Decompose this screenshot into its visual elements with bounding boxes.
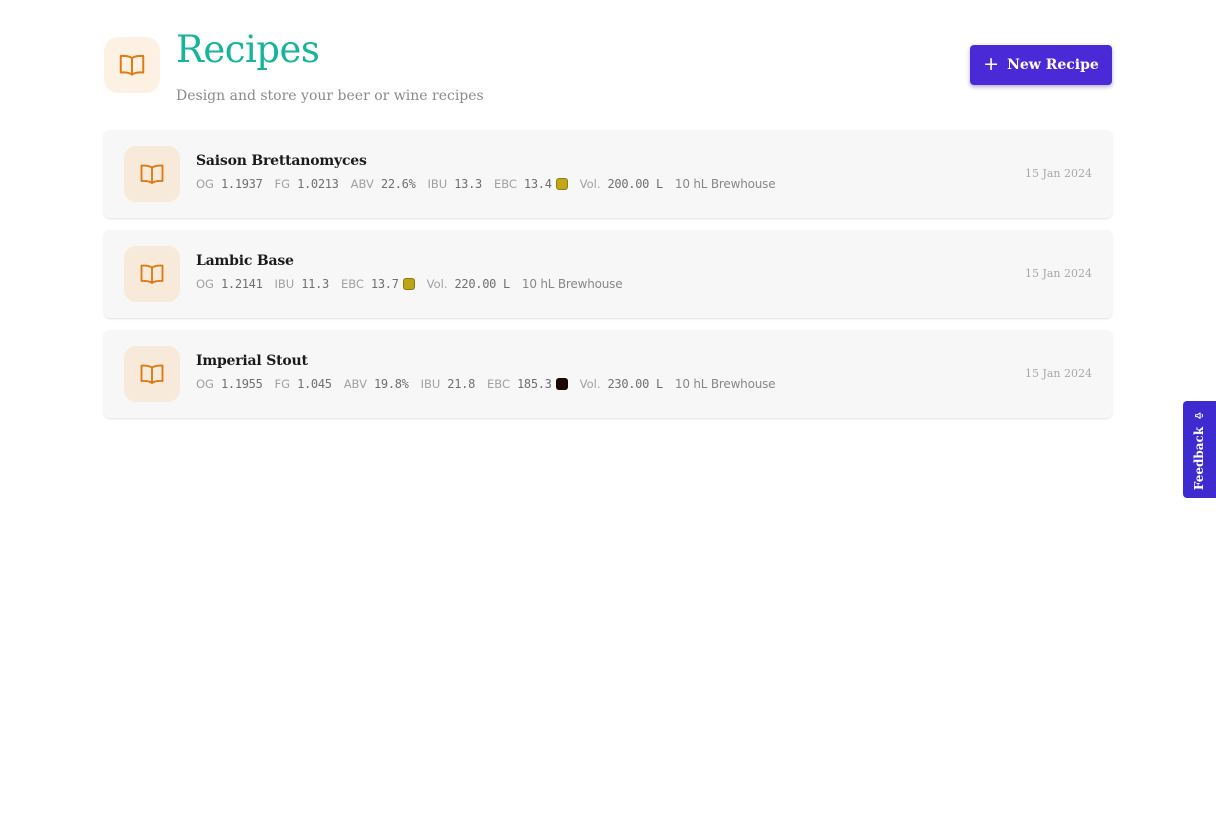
stat-value: 185.3 — [516, 377, 552, 391]
stat-label: FG — [274, 377, 291, 391]
recipe-stat: Vol. 230.00 L — [579, 377, 664, 391]
stat-value: 230.00 L — [607, 377, 663, 391]
recipe-stat: IBU 11.3 — [274, 277, 330, 291]
ebc-color-swatch — [402, 278, 415, 290]
recipe-stat: IBU 13.3 — [427, 177, 483, 191]
recipe-stat: IBU 21.8 — [420, 377, 476, 391]
ebc-color-swatch — [555, 378, 568, 390]
book-open-icon — [124, 346, 180, 402]
stat-value: 1.2141 — [220, 277, 263, 291]
stat-label: OG — [196, 377, 214, 391]
megaphone-icon — [1194, 409, 1205, 420]
stat-label: EBC — [493, 177, 517, 191]
stat-value: 13.3 — [454, 177, 482, 191]
recipe-stats: OG 1.1955 FG 1.045 ABV 19.8% IBU 21.8 EBC 185.3 Vo… — [196, 377, 776, 391]
stat-value: 220.00 L — [454, 277, 511, 291]
stat-label: Vol. — [426, 277, 448, 291]
recipe-card[interactable]: Lambic Base OG 1.2141 IBU 11.3 EBC 13.7 Vol. 220… — [104, 230, 1112, 318]
stat-value: 1.1937 — [220, 177, 263, 191]
book-open-icon — [104, 37, 160, 93]
stat-value: 21.8 — [447, 377, 475, 391]
recipe-stat: Vol. 220.00 L — [426, 277, 511, 291]
recipe-date: 15 Jan 2024 — [1024, 167, 1092, 180]
equipment-name: 10 hL Brewhouse — [674, 377, 776, 391]
recipe-stat: OG 1.1937 — [196, 177, 263, 191]
recipes-page: Recipes Design and store your beer or wi… — [104, 0, 1112, 418]
stat-label: OG — [196, 277, 214, 291]
stat-label: EBC — [487, 377, 510, 391]
stat-value: 22.6% — [380, 177, 416, 191]
recipe-stat: EBC 13.4 — [494, 177, 568, 191]
recipe-name: Lambic Base — [196, 253, 294, 269]
recipe-stat: EBC 13.7 — [341, 277, 415, 291]
recipe-card[interactable]: Imperial Stout OG 1.1955 FG 1.045 ABV 19.8% IBU… — [104, 330, 1112, 418]
page-header: Recipes Design and store your beer or wi… — [104, 0, 1112, 130]
recipe-stat: FG 1.045 — [275, 377, 332, 391]
recipe-card[interactable]: Saison Brettanomyces OG 1.1937 FG 1.0213 ABV 2… — [104, 130, 1112, 218]
stat-value: 13.7 — [370, 277, 399, 291]
feedback-tab[interactable]: Feedback — [1183, 401, 1216, 498]
stat-label: IBU — [274, 277, 295, 291]
stat-value: 11.3 — [301, 277, 329, 291]
new-recipe-label: New Recipe — [1007, 57, 1099, 73]
recipe-date: 15 Jan 2024 — [1024, 367, 1092, 380]
stat-label: ABV — [350, 177, 374, 191]
page-subtitle: Design and store your beer or wine recip… — [176, 88, 484, 104]
stat-label: Vol. — [579, 377, 601, 391]
recipe-list: Saison Brettanomyces OG 1.1937 FG 1.0213 ABV 2… — [104, 130, 1112, 430]
book-open-icon — [124, 246, 180, 302]
equipment-name: 10 hL Brewhouse — [674, 177, 776, 191]
equipment-name: 10 hL Brewhouse — [521, 277, 623, 291]
recipe-name: Saison Brettanomyces — [196, 153, 367, 169]
recipe-date: 15 Jan 2024 — [1024, 267, 1092, 280]
recipe-stats: OG 1.2141 IBU 11.3 EBC 13.7 Vol. 220.00 L 10 hL … — [196, 277, 623, 291]
stat-value: 200.00 L — [607, 177, 664, 191]
recipe-stat: EBC 185.3 — [487, 377, 568, 391]
stat-label: IBU — [427, 177, 448, 191]
stat-value: 1.045 — [297, 377, 332, 391]
book-open-icon — [124, 146, 180, 202]
ebc-color-swatch — [555, 178, 568, 190]
stat-label: IBU — [420, 377, 441, 391]
stat-label: FG — [274, 177, 291, 191]
stat-value: 13.4 — [523, 177, 552, 191]
recipe-stat: ABV 19.8% — [344, 377, 409, 391]
stat-value: 19.8% — [373, 377, 409, 391]
recipe-stat: Vol. 200.00 L — [579, 177, 664, 191]
recipe-stat: OG 1.1955 — [196, 377, 263, 391]
stat-value: 1.0213 — [297, 177, 339, 191]
new-recipe-button[interactable]: + New Recipe — [970, 45, 1112, 85]
recipe-stat: ABV 22.6% — [351, 177, 416, 191]
page-title: Recipes — [176, 28, 320, 71]
recipe-stat: OG 1.2141 — [196, 277, 263, 291]
recipe-stat: FG 1.0213 — [275, 177, 339, 191]
stat-label: EBC — [340, 277, 364, 291]
stat-label: OG — [196, 177, 214, 191]
stat-value: 1.1955 — [220, 377, 263, 391]
feedback-label: Feedback — [1192, 426, 1207, 490]
recipe-name: Imperial Stout — [196, 353, 308, 369]
recipe-stats: OG 1.1937 FG 1.0213 ABV 22.6% IBU 13.3 EBC 13.4 Vo… — [196, 177, 776, 191]
plus-icon: + — [983, 52, 1000, 75]
stat-label: Vol. — [579, 177, 601, 191]
stat-label: ABV — [343, 377, 367, 391]
